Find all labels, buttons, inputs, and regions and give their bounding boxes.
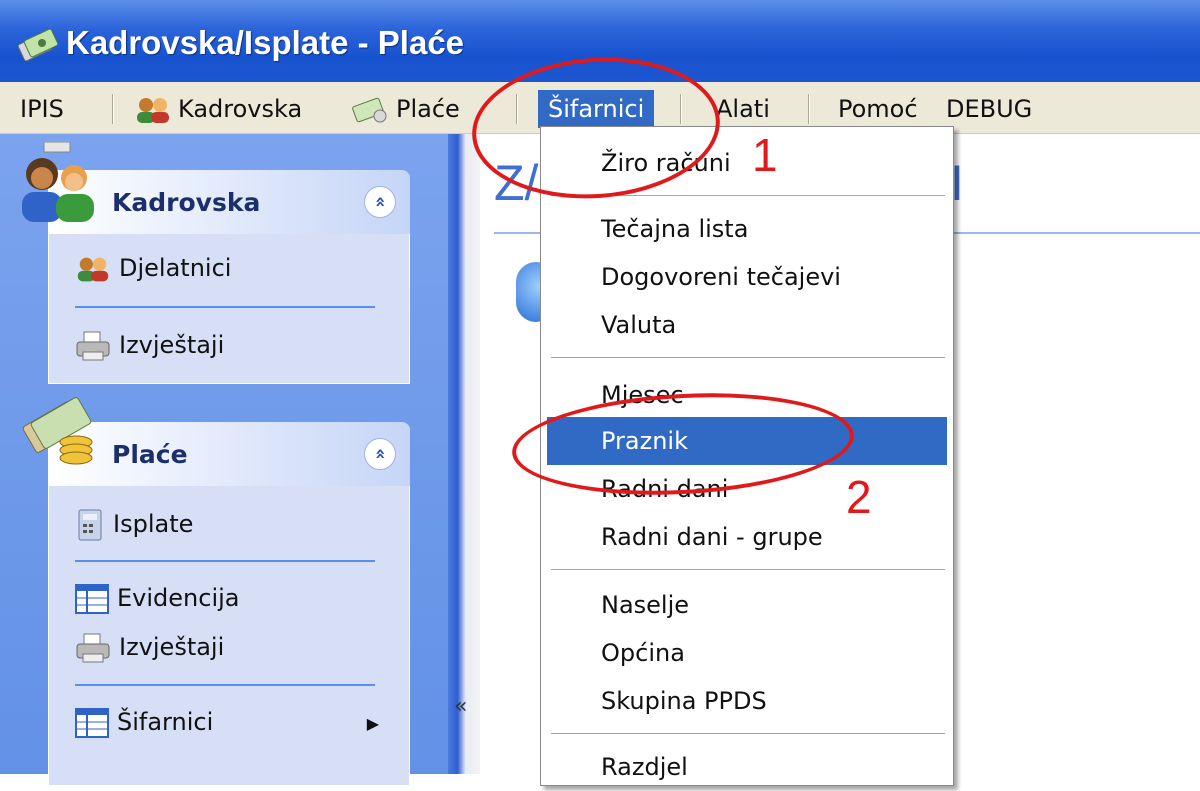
menu-pomoc[interactable]: Pomoć (838, 90, 918, 128)
printer-icon (76, 633, 110, 663)
pane-item-sifarnici[interactable]: Šifarnici (75, 708, 213, 738)
task-pane: Kadrovska « Djelatnici Izvještaji Plaće … (0, 134, 448, 786)
payroll-app-icon (17, 28, 59, 62)
collapse-place-button[interactable]: « (364, 438, 396, 470)
group-title-place: Plaće (112, 440, 188, 469)
pane-item-evidencija[interactable]: Evidencija (75, 584, 239, 614)
menu-separator (551, 357, 945, 359)
menu-debug[interactable]: DEBUG (946, 90, 1032, 128)
menu-separator (551, 733, 945, 735)
printer-icon (76, 331, 110, 361)
collapse-pane-icon[interactable]: « (454, 694, 467, 719)
table-icon (75, 584, 109, 614)
pane-item-djelatnici[interactable]: Djelatnici (75, 254, 231, 283)
menu-kadrovska-label: Kadrovska (178, 95, 303, 123)
users-icon (137, 98, 169, 123)
menu-separator (112, 94, 114, 124)
chevron-up-icon: « (369, 448, 391, 460)
pane-splitter[interactable]: « (448, 134, 480, 774)
annotation-number-step2: 2 (846, 471, 872, 523)
pane-item-izvjestaji[interactable]: Izvještaji (75, 330, 224, 362)
pane-divider (75, 306, 375, 308)
money-coins-icon (22, 397, 93, 465)
window-title: Kadrovska/Isplate - Plaće (66, 24, 465, 61)
menu-separator (808, 94, 810, 124)
menu-place-label: Plaće (396, 95, 460, 123)
menu-item-tecajna-lista[interactable]: Tečajna lista (547, 205, 947, 253)
menu-item-dogovoreni-tecajevi[interactable]: Dogovoreni tečajevi (547, 253, 947, 301)
chevron-up-icon: « (369, 196, 391, 208)
table-icon (75, 708, 109, 738)
menu-item-skupina-ppds[interactable]: Skupina PPDS (547, 677, 947, 725)
calculator-icon (78, 509, 102, 541)
menu-place[interactable]: Plaće (350, 90, 460, 128)
users-icon (77, 257, 109, 282)
pane-divider (75, 560, 375, 562)
group-body-place: Isplate Evidencija Izvještaji Šifarnici … (48, 486, 410, 786)
annotation-number-step1: 1 (752, 129, 778, 181)
group-title-kadrovska: Kadrovska (112, 188, 261, 217)
menu-item-valuta[interactable]: Valuta (547, 301, 947, 349)
collapse-kadrovska-button[interactable]: « (364, 186, 396, 218)
pane-item-label: Izvještaji (119, 633, 225, 661)
pane-divider (75, 684, 375, 686)
menu-ipis[interactable]: IPIS (20, 90, 64, 128)
pane-item-isplate[interactable]: Isplate (75, 508, 193, 542)
menu-item-radni-dani-grupe[interactable]: Radni dani - grupe (547, 513, 947, 561)
pane-item-label: Isplate (113, 510, 194, 538)
menu-separator (551, 569, 945, 571)
submenu-arrow-icon: ▶ (366, 714, 379, 733)
pane-item-label: Djelatnici (119, 254, 232, 282)
menu-item-razdjel[interactable]: Razdjel (547, 743, 947, 791)
menu-item-naselje[interactable]: Naselje (547, 581, 947, 629)
group-body-kadrovska: Djelatnici Izvještaji (48, 234, 410, 384)
pane-item-izvjestaji-place[interactable]: Izvještaji (75, 632, 224, 664)
pane-item-label: Evidencija (117, 584, 240, 612)
menu-item-opcina[interactable]: Općina (547, 629, 947, 677)
people-group-icon (22, 142, 94, 222)
money-icon (352, 97, 387, 123)
pane-item-label: Šifarnici (117, 708, 214, 736)
pane-item-label: Izvještaji (119, 331, 225, 359)
menu-alati[interactable]: Alati (716, 90, 770, 128)
group-header-kadrovska[interactable]: Kadrovska « (48, 170, 410, 234)
menu-kadrovska[interactable]: Kadrovska (134, 90, 302, 128)
